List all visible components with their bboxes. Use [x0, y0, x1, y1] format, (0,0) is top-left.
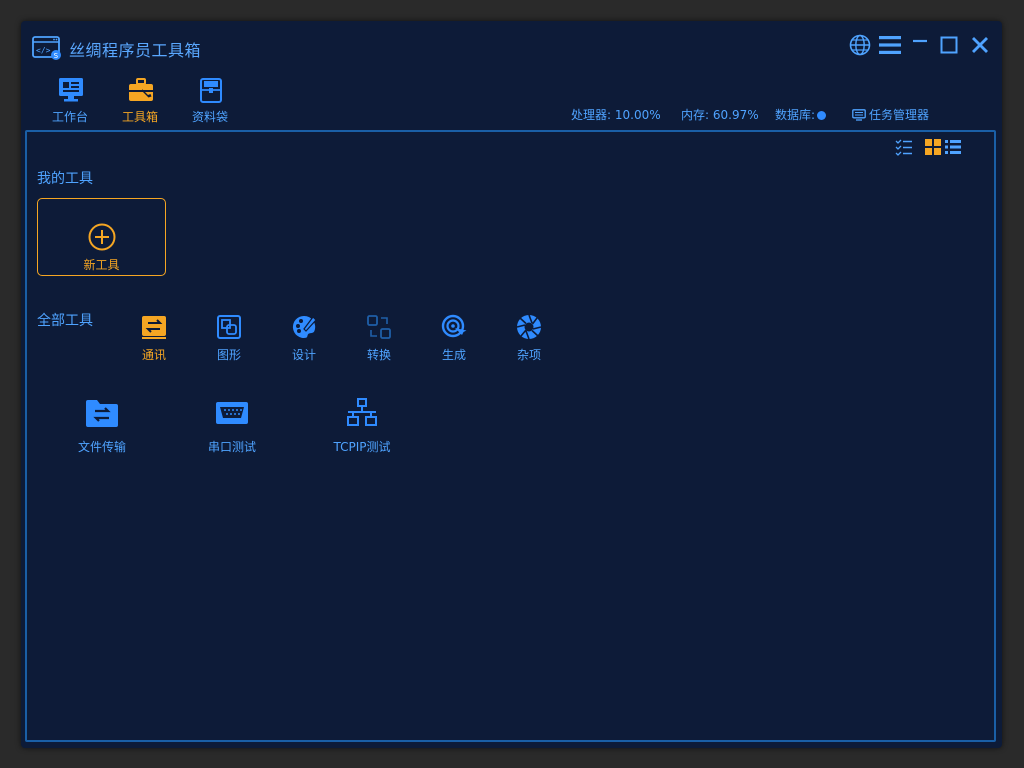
title-bar: </> S 丝绸程序员工具箱: [21, 21, 1002, 71]
grid-view-icon[interactable]: [924, 138, 942, 156]
communication-swap-icon: [142, 316, 166, 339]
menu-icon[interactable]: [877, 32, 903, 58]
minimize-icon[interactable]: [907, 32, 933, 58]
category-communication-label: 通讯: [141, 348, 166, 362]
list-view-icon[interactable]: [944, 138, 962, 156]
category-convert[interactable]: 转换: [354, 312, 404, 362]
main-panel: 我的工具 新工具 全部工具 通讯 图形 设计 转换 生成 杂项 文件传输 串口测…: [25, 130, 996, 742]
app-window: </> S 丝绸程序员工具箱 工作台 工具箱 资料袋 处理器: 10.00% 内…: [21, 21, 1002, 748]
category-convert-label: 转换: [366, 348, 391, 362]
task-manager-icon: [852, 108, 866, 121]
my-tools-title: 我的工具: [37, 171, 93, 187]
new-tool-label: 新工具: [83, 258, 120, 272]
database-status-label: 数据库:: [775, 108, 816, 122]
category-misc[interactable]: 杂项: [504, 312, 554, 362]
generate-target-icon: [441, 314, 467, 338]
category-graphics[interactable]: 图形: [204, 312, 254, 362]
language-globe-icon[interactable]: [847, 32, 873, 58]
category-communication[interactable]: 通讯: [129, 312, 179, 362]
add-circle-icon: [88, 223, 116, 251]
category-misc-label: 杂项: [516, 348, 541, 362]
convert-icon: [367, 315, 391, 339]
nav-label-toolbox: 工具箱: [121, 110, 158, 124]
nav-item-document-bag[interactable]: 资料袋: [175, 75, 245, 125]
nav-item-toolbox[interactable]: 工具箱: [105, 75, 175, 125]
network-topology-icon: [347, 398, 377, 426]
nav-label-workbench: 工作台: [51, 110, 88, 124]
tool-tcpip-test-label: TCPIP测试: [333, 440, 391, 454]
category-design-label: 设计: [291, 348, 316, 362]
tool-file-transfer-label: 文件传输: [77, 440, 126, 454]
app-logo-icon: </> S: [32, 36, 61, 60]
document-bag-icon: [200, 78, 222, 103]
database-status: 数据库:: [775, 106, 827, 123]
category-design[interactable]: 设计: [279, 312, 329, 362]
tool-file-transfer[interactable]: 文件传输: [47, 396, 157, 456]
tool-tcpip-test[interactable]: TCPIP测试: [307, 396, 417, 456]
checklist-view-icon[interactable]: [895, 138, 913, 156]
nav-label-document-bag: 资料袋: [191, 110, 228, 124]
file-transfer-folder-icon: [86, 400, 118, 427]
task-manager-button[interactable]: 任务管理器: [852, 106, 929, 123]
workbench-monitor-icon: [59, 78, 83, 102]
serial-port-icon: [216, 402, 248, 424]
main-nav: 工作台 工具箱 资料袋: [35, 75, 245, 125]
maximize-icon[interactable]: [936, 32, 962, 58]
misc-aperture-icon: [516, 314, 542, 340]
database-status-dot: [817, 111, 827, 120]
graphics-icon: [217, 315, 241, 339]
nav-item-workbench[interactable]: 工作台: [35, 75, 105, 125]
close-icon[interactable]: [967, 32, 993, 58]
app-title: 丝绸程序员工具箱: [69, 41, 202, 60]
tool-serial-port-test-label: 串口测试: [207, 440, 256, 454]
svg-text:</>: </>: [36, 46, 51, 55]
category-generate-label: 生成: [441, 348, 466, 362]
memory-status: 内存: 60.97%: [681, 108, 759, 122]
category-graphics-label: 图形: [216, 348, 241, 362]
tool-serial-port-test[interactable]: 串口测试: [177, 396, 287, 456]
new-tool-button[interactable]: 新工具: [37, 198, 166, 276]
all-tools-title: 全部工具: [37, 313, 93, 329]
design-palette-icon: [292, 315, 317, 338]
svg-text:S: S: [54, 52, 59, 60]
toolbox-icon: [129, 78, 153, 101]
task-manager-label: 任务管理器: [869, 108, 930, 122]
cpu-status: 处理器: 10.00%: [571, 108, 661, 122]
category-generate[interactable]: 生成: [429, 312, 479, 362]
